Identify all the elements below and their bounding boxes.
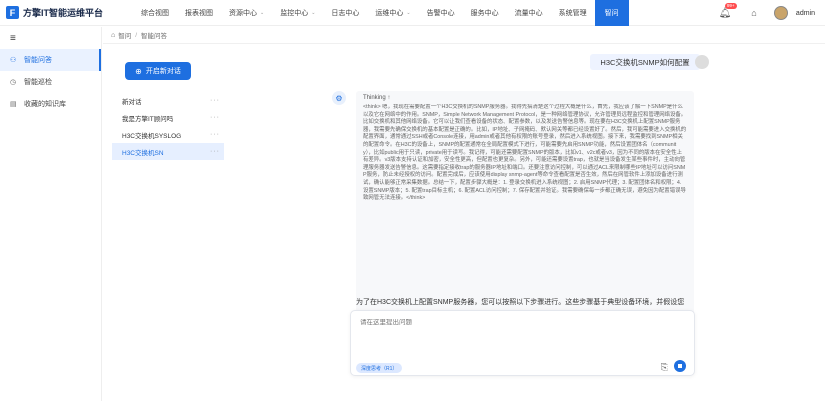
breadcrumb-separator: /: [135, 31, 138, 39]
conversation-title: H3C交换机SYSLOG: [122, 132, 182, 140]
answer-text: 为了在H3C交换机上配置SNMP服务器，您可以按照以下步骤进行。这些步骤基于典型…: [356, 299, 685, 306]
attach-button[interactable]: ⎘: [661, 362, 668, 373]
app-title: 方擎IT智能运维平台: [23, 8, 103, 18]
sidebar-item-label: 智能问答: [24, 57, 52, 64]
paperclip-icon: ⎘: [660, 362, 668, 372]
nav-item-6[interactable]: 告警中心: [419, 0, 463, 26]
sidebar-item-label: 收藏的知识库: [24, 101, 66, 108]
top-bar: F 方擎IT智能运维平台 综合视图 报表视图 资源中心 ⌄ 监控中心 ⌄ 日志中心 运维中心 ⌄…: [0, 0, 825, 26]
nav-item-10[interactable]: 智问: [594, 0, 629, 26]
nav-item-label: 告警中心: [426, 9, 455, 17]
nav-item-label: 系统管理: [558, 9, 587, 17]
header-actions: 🔔︎ 99+ ⌂ admin: [718, 0, 815, 26]
home-icon[interactable]: ⌂: [111, 32, 115, 39]
logo-mark-icon: F: [6, 6, 19, 19]
nav-item-0[interactable]: 综合视图: [133, 0, 177, 26]
nav-item-2[interactable]: 资源中心 ⌄: [221, 0, 272, 26]
conversation-item[interactable]: 我是方擎IT顾问吗 ···: [112, 109, 224, 126]
new-chat-label: 开启新对话: [145, 68, 181, 75]
conversation-title: 新对话: [122, 98, 142, 106]
nav-item-label: 服务中心: [470, 9, 499, 17]
more-icon[interactable]: ···: [210, 148, 220, 155]
conversation-item[interactable]: H3C交换机SYSLOG ···: [112, 126, 224, 143]
thinking-toggle[interactable]: Thinking ↑: [363, 95, 687, 101]
inspect-icon: ◷: [10, 79, 17, 86]
nav-item-label: 流量中心: [514, 9, 543, 17]
breadcrumb-current: 智能问答: [141, 33, 168, 40]
new-chat-button[interactable]: ⊕ 开启新对话: [125, 62, 191, 80]
conversation-item[interactable]: H3C交换机SN ···: [112, 143, 224, 160]
sidebar-item-1[interactable]: ◷ 智能巡检: [0, 71, 101, 93]
notification-button[interactable]: 🔔︎ 99+: [718, 3, 737, 20]
nav-item-label: 日志中心: [331, 9, 360, 17]
sidebar-item-2[interactable]: ▤ 收藏的知识库: [0, 93, 101, 115]
nav-item-label: 智问: [604, 9, 619, 17]
send-button[interactable]: [674, 360, 686, 372]
menu-toggle-button[interactable]: ≡: [0, 27, 101, 49]
chevron-down-icon: ⌄: [406, 9, 411, 16]
nav-item-5[interactable]: 运维中心 ⌄: [367, 0, 418, 26]
main-nav: 综合视图 报表视图 资源中心 ⌄ 监控中心 ⌄ 日志中心 运维中心 ⌄ 告警中心 服务中心 流量中心系…: [133, 0, 629, 26]
nav-item-label: 运维中心: [375, 9, 404, 17]
chevron-down-icon: ⌄: [260, 9, 265, 16]
nav-item-4[interactable]: 日志中心: [323, 0, 367, 26]
nav-item-label: 监控中心: [280, 9, 309, 17]
bell-icon: 🔔︎: [718, 7, 732, 19]
user-name[interactable]: admin: [796, 10, 815, 17]
conversation-list: 新对话 ··· 我是方擎IT顾问吗 ··· H3C交换机SYSLOG ··· H3C交换机S…: [112, 92, 224, 160]
conversation-item[interactable]: 新对话 ···: [112, 92, 224, 109]
chat-area: H3C交换机SNMP如何配置 ⚙ Thinking ↑ <think> 嗯，我现…: [230, 44, 825, 401]
sidebar: ≡ ⚇ 智能问答 ◷ 智能巡检 ▤ 收藏的知识库: [0, 27, 102, 401]
more-icon[interactable]: ···: [210, 114, 220, 121]
sidebar-item-label: 智能巡检: [24, 79, 52, 86]
conversation-title: H3C交换机SN: [122, 149, 164, 157]
more-icon[interactable]: ···: [210, 97, 220, 104]
robot-icon: ⚇: [10, 57, 17, 64]
nav-item-9[interactable]: 系统管理: [551, 0, 595, 26]
nav-item-7[interactable]: 服务中心: [463, 0, 507, 26]
sidebar-item-0[interactable]: ⚇ 智能问答: [0, 49, 101, 71]
chat-plus-icon: ⊕: [135, 66, 142, 76]
notification-badge: 99+: [724, 3, 737, 9]
stop-icon: [678, 364, 682, 368]
chat-input[interactable]: [360, 319, 660, 326]
chat-input-box: 深度思考（R1） ⎘: [350, 310, 695, 376]
breadcrumb-root[interactable]: 智问: [118, 30, 131, 40]
user-message: H3C交换机SNMP如何配置: [590, 54, 700, 70]
nav-item-label: 资源中心: [229, 9, 257, 17]
conversation-title: 我是方擎IT顾问吗: [122, 115, 174, 123]
nav-item-1[interactable]: 报表视图: [177, 0, 221, 26]
nav-item-label: 报表视图: [185, 9, 213, 17]
conversation-panel: ⊕ 开启新对话 新对话 ··· 我是方擎IT顾问吗 ··· H3C交换机SYSLOG ··…: [112, 50, 224, 395]
deep-think-label: 深度思考（R1）: [361, 365, 398, 372]
bot-avatar-icon: ⚙: [332, 91, 346, 105]
theme-button[interactable]: ⌂: [748, 7, 760, 19]
book-icon: ▤: [10, 101, 17, 108]
nav-item-label: 综合视图: [141, 9, 169, 17]
hamburger-icon: ≡: [10, 32, 16, 44]
nav-item-8[interactable]: 流量中心: [507, 0, 551, 26]
chevron-down-icon: ⌄: [311, 9, 316, 16]
deep-think-toggle[interactable]: 深度思考（R1）: [356, 363, 403, 373]
more-icon[interactable]: ···: [210, 131, 220, 138]
app-logo[interactable]: F 方擎IT智能运维平台: [0, 6, 120, 19]
nav-item-3[interactable]: 监控中心 ⌄: [272, 0, 323, 26]
shirt-icon: ⌂: [751, 8, 757, 18]
user-avatar[interactable]: [773, 6, 788, 20]
breadcrumb: ⌂ 智问 / 智能问答: [103, 27, 825, 44]
user-message-avatar: [695, 55, 709, 69]
